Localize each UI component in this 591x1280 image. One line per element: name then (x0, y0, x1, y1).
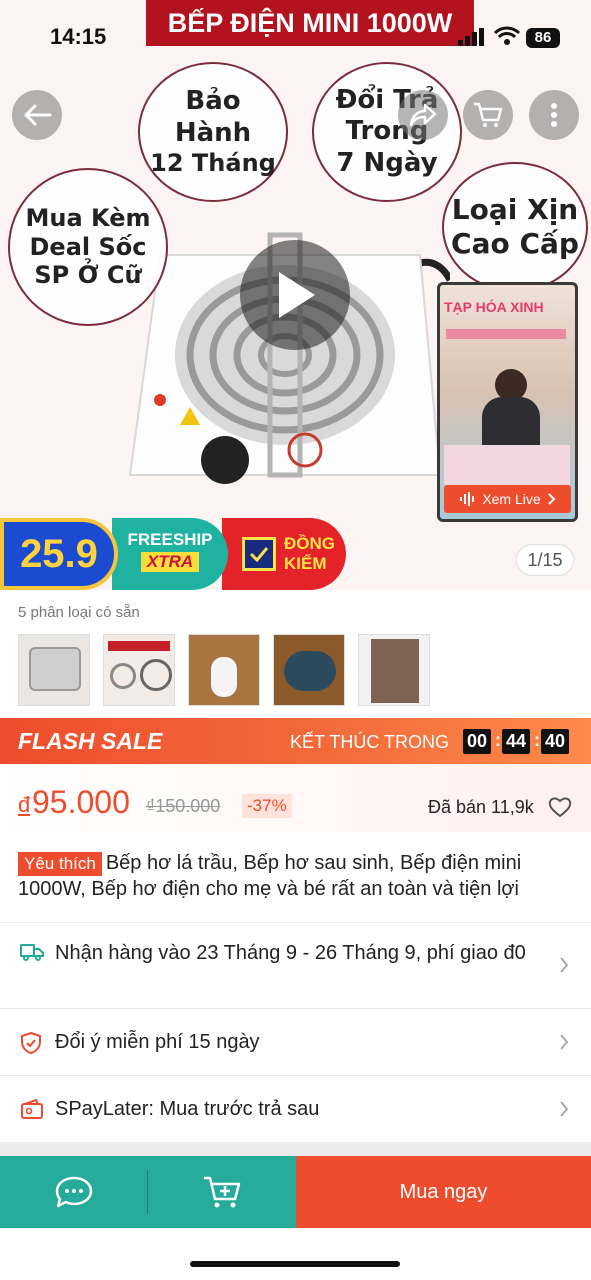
price-row: đ 95.000 ₫150.000 -37% Đã bán 11,9k (0, 764, 591, 832)
paylater-text: SPayLater: Mua trước trả sau (55, 1098, 320, 1120)
returns-row[interactable]: Đổi ý miễn phí 15 ngày (0, 1008, 591, 1075)
chevron-right-icon (560, 1101, 569, 1117)
cart-icon (474, 102, 503, 127)
heart-icon[interactable] (548, 796, 572, 818)
variant-thumbnail[interactable] (358, 634, 430, 706)
countdown-separator: : (534, 730, 540, 750)
variant-count-label: 5 phân loại có sẵn (18, 604, 140, 621)
wallet-icon (21, 1098, 43, 1119)
dong-kiem-badge: ĐỒNG KIỂM (222, 518, 346, 590)
countdown-hours: 00 (463, 729, 492, 754)
checkbox-icon (242, 537, 276, 571)
play-video-button[interactable] (240, 240, 350, 350)
bottom-action-bar: Mua ngay (0, 1156, 591, 1228)
countdown-separator: : (495, 730, 501, 750)
shipping-text: Nhận hàng vào 23 Tháng 9 - 26 Tháng 9, p… (55, 942, 526, 964)
flash-sale-ends-label: KẾT THÚC TRONG (290, 732, 450, 752)
countdown-seconds: 40 (541, 729, 570, 754)
status-time: 14:15 (50, 24, 107, 49)
freeship-xtra-badge: FREESHIP XTRA (112, 518, 228, 590)
paylater-row[interactable]: SPayLater: Mua trước trả sau (0, 1075, 591, 1142)
countdown-minutes: 44 (502, 729, 531, 754)
back-button[interactable] (12, 90, 62, 140)
chevron-right-icon (560, 1034, 569, 1050)
audio-wave-icon (460, 492, 475, 506)
variant-thumbnail[interactable] (103, 634, 175, 706)
currency-symbol: đ (18, 792, 31, 817)
variant-thumbnail[interactable] (273, 634, 345, 706)
variant-thumbnail[interactable] (18, 634, 90, 706)
chevron-right-icon (547, 493, 555, 505)
live-shop-name: TẠP HÓA XINH (444, 299, 544, 315)
share-button[interactable] (398, 90, 448, 140)
combo-deal-badge: Mua Kèm Deal Sốc SP Ở Cữ (8, 168, 168, 326)
chat-button[interactable] (0, 1156, 148, 1228)
promo-badges: ĐỒNG KIỂM FREESHIP XTRA 25.9 (0, 518, 346, 590)
chat-icon (55, 1176, 93, 1208)
flash-sale-bar: FLASH SALE KẾT THÚC TRONG 00 : 44 : 40 (0, 718, 591, 764)
share-icon (409, 103, 437, 127)
warranty-badge: Bảo Hành 12 Tháng (138, 62, 288, 202)
add-to-cart-icon (204, 1176, 241, 1208)
live-stream-preview[interactable]: TẠP HÓA XINH Xem Live (437, 282, 578, 522)
product-title: Yêu thích Bếp hơ lá trầu, Bếp hơ sau sinh… (18, 850, 578, 902)
shield-icon (21, 1031, 41, 1055)
wifi-icon (494, 26, 520, 45)
image-counter: 1/15 (516, 544, 574, 576)
variant-section: 5 phân loại có sẵn (0, 590, 591, 718)
play-icon (279, 272, 315, 318)
watch-live-button[interactable]: Xem Live (444, 485, 571, 513)
returns-text: Đổi ý miễn phí 15 ngày (55, 1031, 260, 1053)
current-price: 95.000 (32, 784, 130, 820)
buy-now-button[interactable]: Mua ngay (296, 1156, 591, 1228)
chevron-right-icon (560, 957, 569, 973)
cart-button[interactable] (463, 90, 513, 140)
discount-badge: -37% (242, 794, 292, 818)
section-divider (0, 1142, 591, 1156)
truck-icon (20, 944, 44, 961)
more-vertical-icon (551, 103, 557, 127)
battery-icon: 86 (526, 28, 560, 48)
sale-date-badge: 25.9 (0, 518, 118, 590)
add-to-cart-button[interactable] (148, 1156, 296, 1228)
home-indicator (190, 1261, 400, 1267)
sold-count: Đã bán 11,9k (428, 797, 534, 817)
shipping-row[interactable]: Nhận hàng vào 23 Tháng 9 - 26 Tháng 9, p… (0, 922, 591, 1008)
more-options-button[interactable] (529, 90, 579, 140)
status-bar: 14:15 86 (0, 0, 591, 76)
arrow-left-icon (24, 104, 52, 126)
flash-sale-title: FLASH SALE (18, 728, 163, 754)
favorite-tag: Yêu thích (18, 852, 102, 876)
cellular-signal-icon (458, 28, 484, 46)
variant-thumbnail[interactable] (188, 634, 260, 706)
product-image-gallery[interactable]: BẾP ĐIỆN MINI 1000W Bảo Hành 12 Tháng Đổ… (0, 0, 591, 590)
quality-badge: Loại Xịn Cao Cấp (442, 162, 588, 292)
original-price: ₫150.000 (146, 796, 221, 816)
